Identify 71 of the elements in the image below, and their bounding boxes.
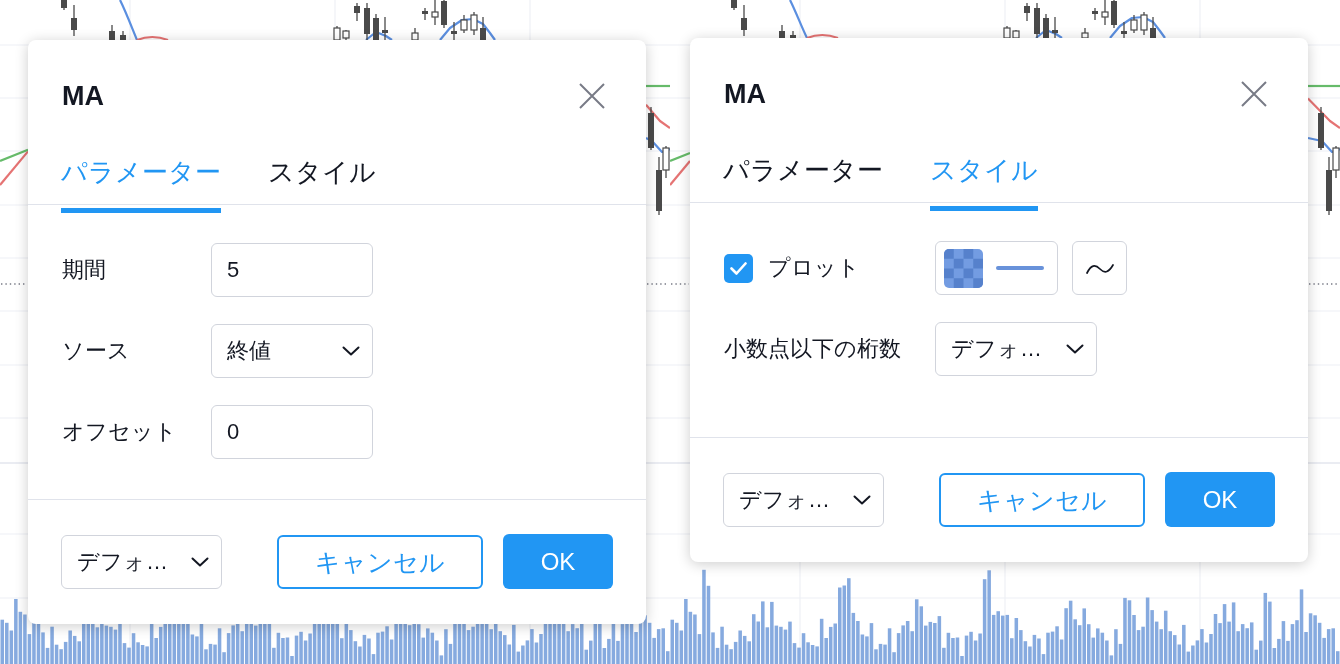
dotted-price-line (1308, 283, 1340, 285)
candlestick (741, 4, 747, 37)
dialog-title: MA (62, 80, 104, 112)
candlestick (1101, 0, 1109, 26)
tab[interactable]: スタイル (268, 157, 376, 213)
candlestick (731, 0, 737, 11)
chevron-down-icon (1066, 344, 1084, 354)
candlestick (1150, 16, 1156, 39)
candlestick (354, 2, 360, 22)
line-style-button[interactable] (1072, 241, 1127, 295)
candlestick (790, 30, 796, 39)
candlestick (1111, 0, 1117, 29)
moving-average-line (365, 30, 393, 41)
field-label: ソース (62, 337, 131, 365)
input-field[interactable]: 0 (211, 405, 373, 459)
candlestick (470, 11, 478, 36)
candlestick (373, 13, 379, 41)
candlestick (1140, 11, 1148, 36)
close-button[interactable] (1240, 80, 1268, 108)
checkbox[interactable] (724, 253, 753, 283)
field-label: 小数点以下の桁数 (724, 335, 901, 363)
line-preview-icon (996, 266, 1044, 270)
dropdown[interactable]: デフォ… (61, 534, 222, 589)
candlestick (460, 14, 468, 34)
moving-average-line (646, 84, 670, 88)
moving-average-line (645, 104, 670, 129)
candlestick (1092, 7, 1098, 21)
chevron-down-icon (342, 346, 360, 356)
input-field[interactable]: 5 (211, 243, 373, 297)
checkered-swatch-icon (944, 248, 983, 288)
candlestick (648, 106, 654, 151)
candlestick (1024, 2, 1030, 22)
candlestick (441, 0, 447, 29)
tab[interactable]: パラメーター (723, 155, 883, 211)
candlestick (364, 2, 370, 41)
candlestick (61, 0, 67, 11)
candlestick (382, 16, 388, 41)
dropdown[interactable]: デフォ… (935, 322, 1097, 376)
moving-average-line (1109, 15, 1166, 39)
close-button[interactable] (578, 82, 606, 110)
color-picker-button[interactable] (935, 241, 1058, 295)
close-icon (1241, 81, 1267, 107)
moving-average-line (1308, 84, 1340, 88)
field-label: 期間 (62, 256, 107, 284)
checkbox-label: プロット (768, 254, 860, 282)
chevron-down-icon (853, 494, 871, 505)
chevron-down-icon (191, 556, 209, 567)
candlestick (779, 24, 785, 39)
candlestick (1318, 106, 1324, 151)
dropdown[interactable]: 終値 (211, 324, 373, 378)
candlestick (451, 21, 457, 41)
dialog-title: MA (724, 78, 766, 110)
check-icon (730, 261, 747, 275)
moving-average-line (1035, 28, 1063, 39)
moving-average-line (439, 17, 496, 41)
wave-icon (1085, 261, 1114, 275)
candlestick (1043, 13, 1049, 39)
candlestick (71, 4, 77, 37)
candlestick (1121, 21, 1127, 39)
candlestick (109, 24, 115, 41)
field-label: オフセット (62, 418, 177, 446)
close-icon (579, 83, 605, 109)
candlestick (120, 30, 126, 41)
candlestick (422, 7, 428, 21)
dropdown[interactable]: デフォ… (723, 472, 884, 527)
moving-average-line (1307, 97, 1340, 129)
candlestick (431, 0, 439, 26)
candlestick (1130, 14, 1138, 34)
candlestick (1034, 2, 1040, 39)
candlestick (1052, 16, 1058, 39)
candlestick (480, 16, 486, 41)
